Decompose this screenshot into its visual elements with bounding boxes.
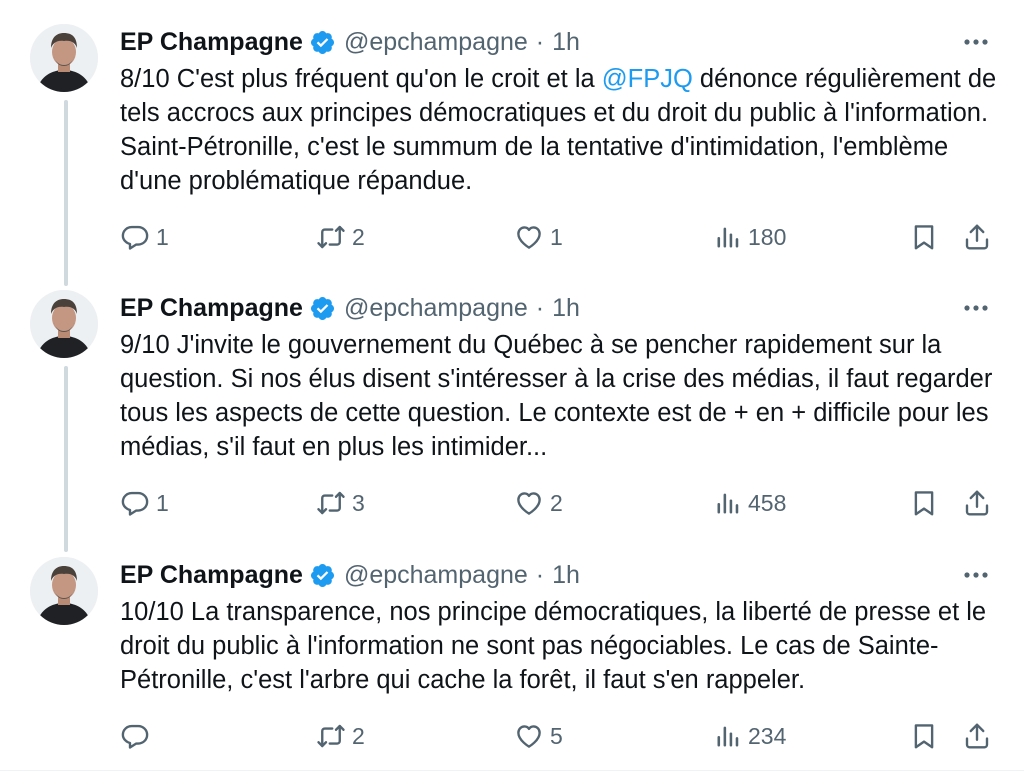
like-button[interactable]: 1 [514,219,563,255]
share-button[interactable] [962,485,992,521]
repost-icon [316,721,346,751]
tweet-text-part: 10/10 La transparence, nos principe démo… [120,598,987,694]
views-icon [714,489,742,517]
bookmark-button[interactable] [909,219,939,255]
avatar[interactable] [30,24,98,92]
bookmark-icon [909,222,939,252]
tweet-actions: 1 2 1 180 [0,219,1024,255]
views-icon [714,223,742,251]
more-options-icon[interactable] [956,24,996,60]
like-icon [514,222,544,252]
like-count: 5 [550,722,563,749]
share-button[interactable] [962,219,992,255]
like-count: 1 [550,223,563,250]
views-button[interactable]: 180 [714,219,786,255]
repost-button[interactable]: 2 [316,718,365,754]
divider [0,770,1024,771]
like-button[interactable]: 5 [514,718,563,754]
like-icon [514,721,544,751]
author-handle[interactable]: @epchampagne [344,28,528,57]
separator: · [535,560,545,589]
tweet-text: 8/10 C'est plus fréquent qu'on le croit … [120,62,1000,198]
thread-connector [64,100,68,286]
reply-icon [120,222,150,252]
views-count: 458 [748,489,787,516]
author-name[interactable]: EP Champagne [120,561,303,590]
reply-icon [120,488,150,518]
author-name[interactable]: EP Champagne [120,28,303,57]
repost-icon [316,488,346,518]
share-icon [962,222,992,252]
repost-icon [316,222,346,252]
like-icon [514,488,544,518]
bookmark-button[interactable] [909,718,939,754]
views-button[interactable]: 234 [714,718,786,754]
share-icon [962,721,992,751]
more-options-icon[interactable] [956,290,996,326]
reply-count: 1 [156,489,169,516]
avatar[interactable] [30,557,98,625]
author-handle[interactable]: @epchampagne [344,561,528,590]
share-button[interactable] [962,718,992,754]
verified-badge-icon [309,295,336,322]
views-count: 234 [748,722,787,749]
author-handle[interactable]: @epchampagne [344,294,528,323]
tweet-text-part: 9/10 J'invite le gouvernement du Québec … [120,331,993,461]
repost-count: 3 [352,489,365,516]
tweet-header: EP Champagne @epchampagne · 1h [120,557,580,593]
verified-badge-icon [309,29,336,56]
avatar[interactable] [30,290,98,358]
like-count: 2 [550,489,563,516]
tweet-text: 9/10 J'invite le gouvernement du Québec … [120,328,1000,464]
tweet-header: EP Champagne @epchampagne · 1h [120,290,580,326]
views-button[interactable]: 458 [714,485,786,521]
repost-button[interactable]: 3 [316,485,365,521]
timestamp[interactable]: 1h [552,561,580,590]
reply-button[interactable]: 1 [120,219,169,255]
tweet-actions: 2 5 234 [0,718,1024,754]
timestamp[interactable]: 1h [552,28,580,57]
separator: · [535,293,545,322]
share-icon [962,488,992,518]
like-button[interactable]: 2 [514,485,563,521]
bookmark-button[interactable] [909,485,939,521]
thread-connector [64,366,68,552]
views-icon [714,722,742,750]
verified-badge-icon [309,562,336,589]
reply-button[interactable] [120,718,156,754]
more-options-icon[interactable] [956,557,996,593]
reply-icon [120,721,150,751]
reply-count: 1 [156,223,169,250]
views-count: 180 [748,223,787,250]
bookmark-icon [909,488,939,518]
repost-button[interactable]: 2 [316,219,365,255]
separator: · [535,27,545,56]
bookmark-icon [909,721,939,751]
tweet-text: 10/10 La transparence, nos principe démo… [120,595,1000,697]
repost-count: 2 [352,223,365,250]
tweet-text-part: 8/10 C'est plus fréquent qu'on le croit … [120,65,602,93]
mention-link[interactable]: @FPJQ [602,65,693,93]
tweet-actions: 1 3 2 458 [0,485,1024,521]
author-name[interactable]: EP Champagne [120,294,303,323]
tweet-header: EP Champagne @epchampagne · 1h [120,24,580,60]
repost-count: 2 [352,722,365,749]
reply-button[interactable]: 1 [120,485,169,521]
timestamp[interactable]: 1h [552,294,580,323]
